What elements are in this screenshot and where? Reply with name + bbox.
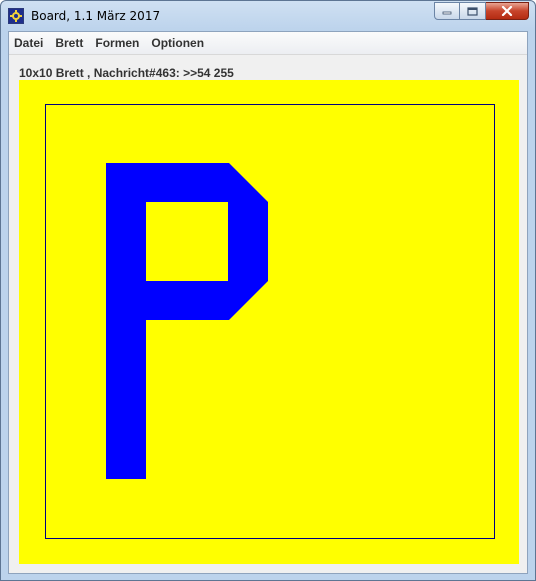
close-button[interactable] [486,2,529,20]
menu-optionen[interactable]: Optionen [145,32,210,54]
title-bar[interactable]: Board, 1.1 März 2017 [1,1,535,31]
parking-p-symbol [106,163,268,479]
menu-formen[interactable]: Formen [89,32,145,54]
maximize-button[interactable] [460,2,486,20]
maximize-icon [467,6,478,16]
application-window: Board, 1.1 März 2017 Datei Brett Formen … [0,0,536,581]
client-area: Datei Brett Formen Optionen 10x10 Brett … [8,31,528,574]
minimize-icon [442,11,452,15]
caption-buttons [434,2,529,21]
menu-brett[interactable]: Brett [49,32,89,54]
menu-bar: Datei Brett Formen Optionen [9,32,527,55]
menu-datei[interactable]: Datei [9,32,49,54]
minimize-button[interactable] [434,2,460,20]
board-app-icon[interactable] [8,8,24,24]
close-icon [501,6,513,16]
board-status-label: 10x10 Brett , Nachricht#463: >>54 255 [19,66,234,80]
board-canvas[interactable] [19,80,519,564]
window-title: Board, 1.1 März 2017 [31,9,161,23]
